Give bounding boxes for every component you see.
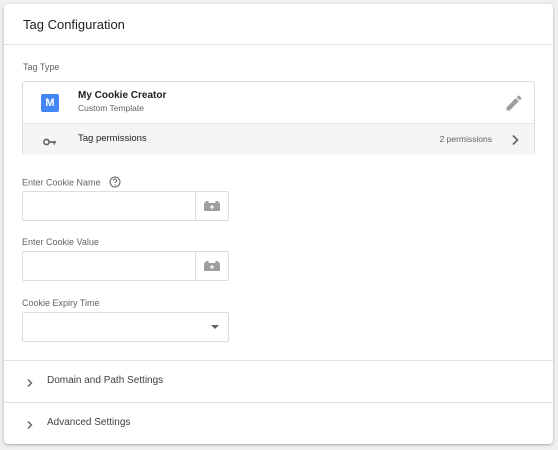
tag-permissions-row[interactable]: Tag permissions 2 permissions xyxy=(23,123,534,155)
cookie-expiry-label: Cookie Expiry Time xyxy=(22,298,100,308)
variable-brick-icon[interactable] xyxy=(195,252,228,280)
domain-path-settings-label: Domain and Path Settings xyxy=(47,375,164,386)
chevron-right-icon xyxy=(26,417,34,435)
template-subtitle: Custom Template xyxy=(78,103,144,113)
tag-permissions-label: Tag permissions xyxy=(78,133,147,144)
tag-configuration-card: Tag Configuration Tag Type M My Cookie C… xyxy=(4,4,553,444)
cookie-value-input[interactable] xyxy=(23,252,193,280)
cookie-name-label: Enter Cookie Name xyxy=(22,176,121,190)
chevron-right-icon xyxy=(26,375,34,393)
page-title: Tag Configuration xyxy=(23,16,125,32)
domain-path-settings-row[interactable]: Domain and Path Settings xyxy=(4,361,553,401)
cookie-name-field-group xyxy=(22,191,229,221)
advanced-settings-row[interactable]: Advanced Settings xyxy=(4,403,553,443)
help-circle-icon[interactable] xyxy=(109,176,121,190)
permissions-count: 2 permissions xyxy=(439,134,492,144)
pencil-icon[interactable] xyxy=(504,93,524,113)
chevron-right-icon[interactable] xyxy=(510,133,520,151)
cookie-expiry-select[interactable] xyxy=(22,312,229,342)
cookie-name-input[interactable] xyxy=(23,192,193,220)
cookie-value-field-group xyxy=(22,251,229,281)
key-icon xyxy=(43,134,57,152)
variable-brick-icon[interactable] xyxy=(195,192,228,220)
template-logo-icon: M xyxy=(41,94,59,112)
caret-down-icon xyxy=(211,325,219,329)
template-row[interactable]: M My Cookie Creator Custom Template xyxy=(23,82,534,123)
cookie-value-label: Enter Cookie Value xyxy=(22,237,99,247)
template-name: My Cookie Creator xyxy=(78,90,167,101)
cookie-name-label-text: Enter Cookie Name xyxy=(22,177,101,188)
card-header: Tag Configuration xyxy=(4,4,553,45)
tag-type-box: M My Cookie Creator Custom Template Tag … xyxy=(22,81,535,155)
tag-type-label: Tag Type xyxy=(23,62,60,72)
advanced-settings-label: Advanced Settings xyxy=(47,417,131,428)
